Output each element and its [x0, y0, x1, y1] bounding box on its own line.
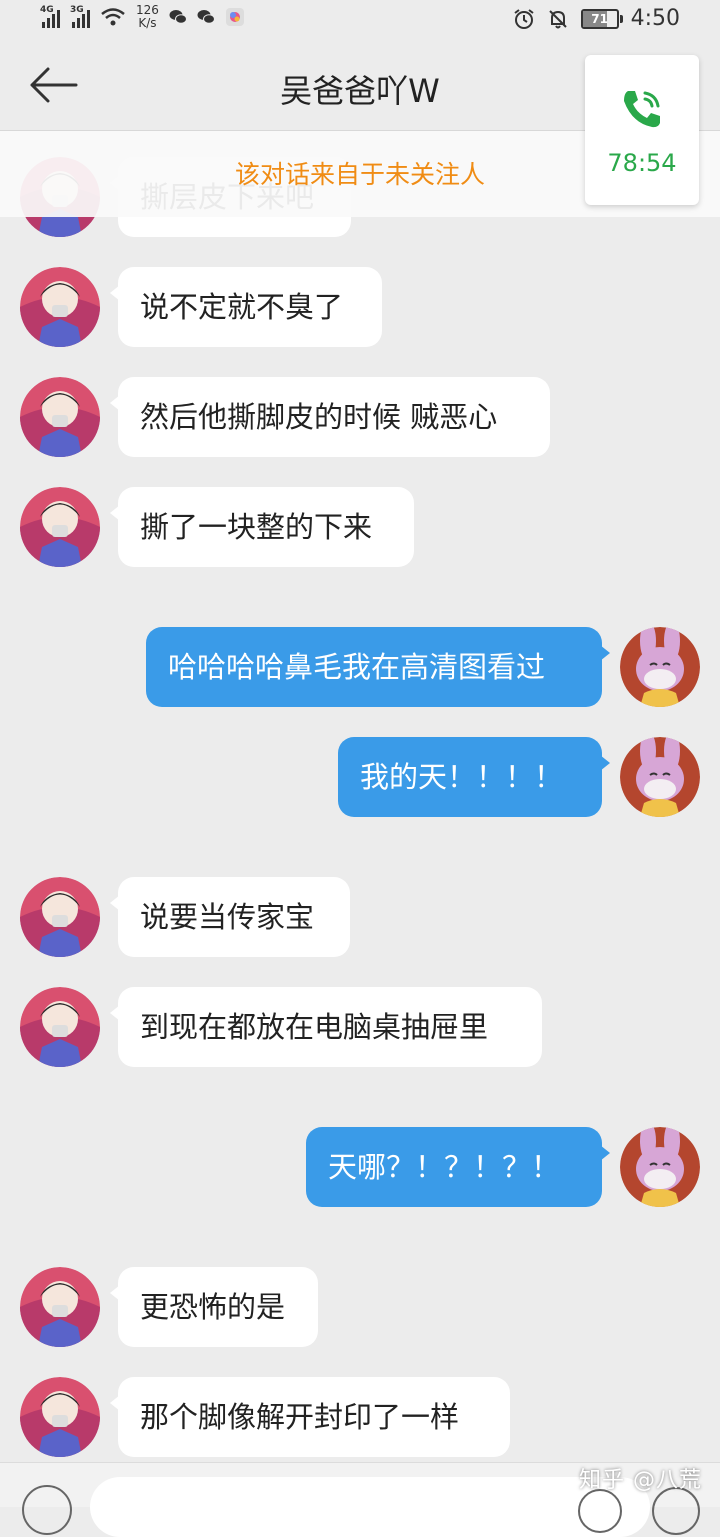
contact-avatar[interactable]	[20, 267, 100, 347]
message-list[interactable]: 撕层皮下来吧 说不定就不臭了 然后他撕脚皮的时候 贼恶心 撕了一块整的下来 哈哈…	[0, 130, 720, 1460]
message-bubble-outgoing[interactable]: 我的天！！！！	[338, 737, 610, 817]
my-avatar[interactable]	[620, 1127, 700, 1207]
contact-avatar[interactable]	[20, 987, 100, 1067]
phone-call-icon	[624, 91, 660, 128]
contact-avatar[interactable]	[20, 487, 100, 567]
contact-avatar[interactable]	[20, 877, 100, 957]
emoji-icon[interactable]	[578, 1489, 622, 1533]
message-bubble-outgoing[interactable]: 天哪？！？！？！	[306, 1127, 610, 1207]
wifi-icon	[101, 8, 125, 26]
mute-bell-icon	[548, 9, 567, 28]
signal-3g-icon: 3G	[70, 6, 90, 28]
signal-4g-icon: 4G	[40, 6, 60, 28]
contact-avatar[interactable]	[20, 1377, 100, 1457]
contact-avatar[interactable]	[20, 1267, 100, 1347]
message-bubble-incoming[interactable]: 说要当传家宝	[110, 877, 350, 957]
voice-call-card[interactable]: 78:54	[585, 55, 699, 205]
wechat-icon	[169, 10, 187, 24]
message-bubble-incoming[interactable]: 更恐怖的是	[110, 1267, 318, 1347]
my-avatar[interactable]	[620, 627, 700, 707]
wechat-icon	[197, 10, 215, 24]
watermark: 知乎 @八荒	[579, 1468, 702, 1493]
message-bubble-incoming[interactable]: 然后他撕脚皮的时候 贼恶心	[110, 377, 550, 457]
message-bubble-incoming[interactable]: 到现在都放在电脑桌抽屉里	[110, 987, 542, 1067]
battery-icon: 71	[580, 8, 623, 29]
message-bubble-incoming[interactable]: 撕了一块整的下来	[110, 487, 414, 567]
app-store-icon	[225, 8, 244, 26]
message-input[interactable]	[90, 1477, 650, 1537]
voice-input-icon[interactable]	[22, 1485, 72, 1535]
more-plus-icon[interactable]	[652, 1487, 700, 1535]
status-bar: 4G 3G 126 K/s 71 4:50	[0, 0, 720, 40]
contact-avatar[interactable]	[20, 377, 100, 457]
message-bubble-incoming[interactable]: 那个脚像解开封印了一样	[110, 1377, 510, 1457]
my-avatar[interactable]	[620, 737, 700, 817]
clock: 4:50	[630, 6, 680, 31]
message-bubble-outgoing[interactable]: 哈哈哈哈鼻毛我在高清图看过	[146, 627, 610, 707]
call-duration: 78:54	[607, 149, 677, 177]
alarm-icon	[513, 8, 534, 29]
message-bubble-incoming[interactable]: 说不定就不臭了	[110, 267, 382, 347]
net-speed: 126 K/s	[136, 3, 159, 30]
